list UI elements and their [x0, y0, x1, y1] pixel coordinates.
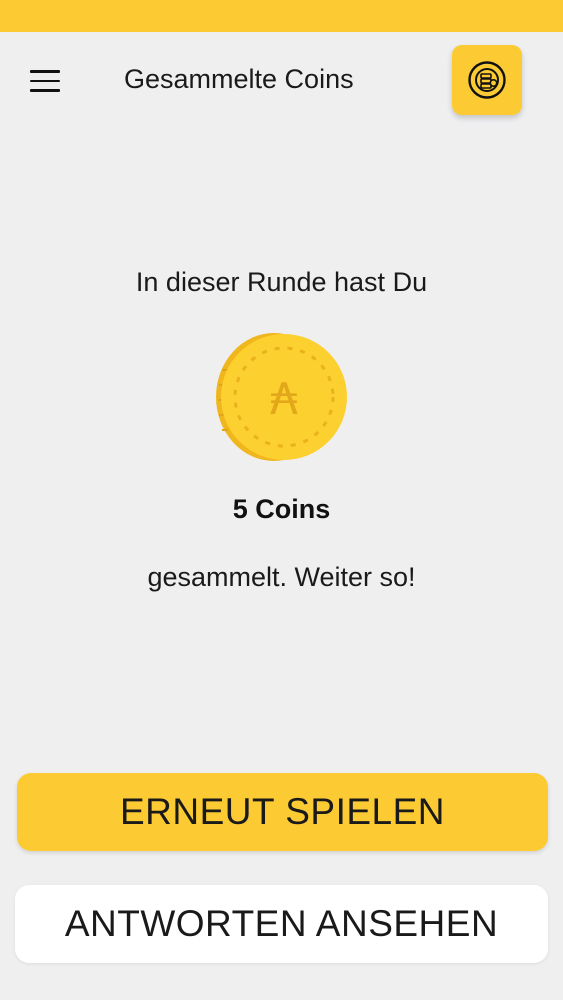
coins-button[interactable]	[452, 45, 522, 115]
coin-symbol: ₳	[270, 374, 298, 425]
status-bar	[0, 0, 563, 32]
coin-stack-icon	[468, 61, 506, 99]
result-intro-text: In dieser Runde hast Du	[135, 267, 428, 297]
view-answers-button[interactable]: ANTWORTEN ANSEHEN	[15, 885, 548, 963]
result-outro-text: gesammelt. Weiter so!	[147, 562, 416, 592]
coin-count: 5 Coins	[232, 494, 331, 524]
play-again-button[interactable]: ERNEUT SPIELEN	[17, 773, 548, 851]
coin-icon: ₳	[216, 333, 347, 461]
app-header: Gesammelte Coins	[0, 32, 563, 128]
menu-button[interactable]	[22, 62, 68, 100]
hamburger-menu-icon	[30, 70, 60, 73]
hamburger-menu-icon-bar	[30, 79, 60, 83]
hamburger-menu-icon-bar	[30, 89, 60, 92]
page-title: Gesammelte Coins	[124, 64, 354, 94]
